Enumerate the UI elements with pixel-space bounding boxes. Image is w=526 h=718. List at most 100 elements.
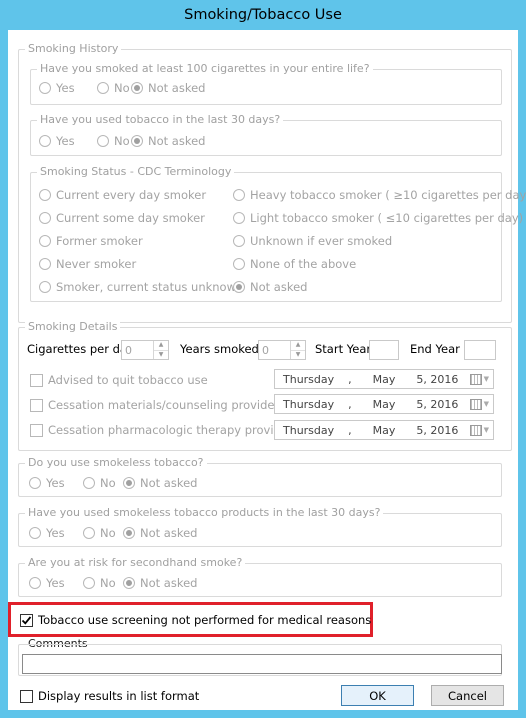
radio-circle xyxy=(29,477,41,489)
display-list-format-label: Display results in list format xyxy=(38,689,200,703)
status-unknown-ever-radio[interactable]: Unknown if ever smoked xyxy=(233,233,392,249)
q2-yes-radio[interactable]: Yes xyxy=(39,133,75,149)
start-year-label: Start Year xyxy=(315,342,372,356)
status-light-smoker-radio[interactable]: Light tobacco smoker ( ≤10 cigarettes pe… xyxy=(233,210,523,226)
smokeless-no-radio[interactable]: No xyxy=(83,475,116,491)
smoking-history-legend: Smoking History xyxy=(25,42,122,56)
radio-circle xyxy=(97,135,109,147)
q1-question: Have you smoked at least 100 cigarettes … xyxy=(37,62,373,76)
secondhand-question: Are you at risk for secondhand smoke? xyxy=(25,556,246,570)
end-year-label: End Year xyxy=(410,342,460,356)
radio-circle xyxy=(83,477,95,489)
advised-quit-checkbox[interactable]: Advised to quit tobacco use xyxy=(30,372,208,388)
status-smoker-unknown-radio[interactable]: Smoker, current status unknown xyxy=(39,279,243,295)
stepper-arrows[interactable]: ▲ ▼ xyxy=(153,341,168,359)
checkbox-box xyxy=(30,398,43,412)
radio-circle xyxy=(39,281,51,293)
radio-circle xyxy=(233,212,245,224)
checkbox-box xyxy=(20,689,33,703)
chevron-down-icon[interactable]: ▼ xyxy=(484,375,489,383)
radio-circle xyxy=(39,235,51,247)
check-mark-icon xyxy=(21,615,32,625)
cessation-pharmacologic-date-picker[interactable]: Thursday , May 5, 2016 ▼ xyxy=(274,420,494,440)
q2-not-asked-radio[interactable]: Not asked xyxy=(131,133,205,149)
status-heavy-smoker-radio[interactable]: Heavy tobacco smoker ( ≥10 cigarettes pe… xyxy=(233,187,526,203)
smokeless-not-asked-radio[interactable]: Not asked xyxy=(123,475,197,491)
radio-circle xyxy=(39,189,51,201)
calendar-icon[interactable] xyxy=(469,373,482,385)
years-value: 0 xyxy=(262,343,269,357)
screening-not-performed-checkbox[interactable]: Tobacco use screening not performed for … xyxy=(20,612,371,628)
checkbox-box xyxy=(30,423,43,437)
smoking-history-group: Smoking History Have you smoked at least… xyxy=(18,42,526,323)
radio-circle-selected xyxy=(131,135,143,147)
up-arrow-icon[interactable]: ▲ xyxy=(291,341,305,351)
comments-input[interactable] xyxy=(22,654,502,674)
status-current-every-day-radio[interactable]: Current every day smoker xyxy=(39,187,206,203)
cessation-materials-checkbox[interactable]: Cessation materials/counseling provided xyxy=(30,397,282,413)
smoking-details-group: Smoking Details Cigarettes per day 0 ▲ ▼ … xyxy=(18,320,512,451)
smokeless-question: Do you use smokeless tobacco? xyxy=(25,456,207,470)
status-none-radio[interactable]: None of the above xyxy=(233,256,356,272)
cigarettes-per-day-label: Cigarettes per day xyxy=(27,342,134,356)
smokeless-30-yes-radio[interactable]: Yes xyxy=(29,525,65,541)
secondhand-yes-radio[interactable]: Yes xyxy=(29,575,65,591)
display-list-format-checkbox[interactable]: Display results in list format xyxy=(20,688,199,704)
radio-circle xyxy=(29,577,41,589)
q2-no-radio[interactable]: No xyxy=(97,133,130,149)
status-current-some-day-radio[interactable]: Current some day smoker xyxy=(39,210,205,226)
stepper-arrows[interactable]: ▲ ▼ xyxy=(290,341,305,359)
start-year-input[interactable] xyxy=(369,340,399,360)
radio-circle xyxy=(233,235,245,247)
secondhand-no-radio[interactable]: No xyxy=(83,575,116,591)
secondhand-group: Are you at risk for secondhand smoke? Ye… xyxy=(18,556,502,597)
down-arrow-icon[interactable]: ▼ xyxy=(291,351,305,360)
radio-circle xyxy=(39,258,51,270)
radio-circle xyxy=(97,82,109,94)
window-title: Smoking/Tobacco Use xyxy=(184,7,342,23)
radio-circle xyxy=(233,258,245,270)
ok-button[interactable]: OK xyxy=(341,685,414,706)
radio-circle xyxy=(83,527,95,539)
radio-circle-selected xyxy=(123,477,135,489)
advised-quit-date-picker[interactable]: Thursday , May 5, 2016 ▼ xyxy=(274,369,494,389)
cigarettes-value: 0 xyxy=(125,343,132,357)
q1-group: Have you smoked at least 100 cigarettes … xyxy=(30,62,502,105)
smokeless-30-no-radio[interactable]: No xyxy=(83,525,116,541)
cessation-pharmacologic-checkbox[interactable]: Cessation pharmacologic therapy provided xyxy=(30,422,295,438)
status-former-smoker-radio[interactable]: Former smoker xyxy=(39,233,143,249)
smoking-details-legend: Smoking Details xyxy=(25,320,121,334)
dialog-window: Smoking/Tobacco Use Smoking History Have… xyxy=(0,0,526,718)
cancel-button[interactable]: Cancel xyxy=(431,685,504,706)
smoking-status-group: Smoking Status - CDC Terminology Current… xyxy=(30,165,526,302)
q1-yes-radio[interactable]: Yes xyxy=(39,80,75,96)
secondhand-not-asked-radio[interactable]: Not asked xyxy=(123,575,197,591)
status-never-smoker-radio[interactable]: Never smoker xyxy=(39,256,136,272)
smokeless-30-not-asked-radio[interactable]: Not asked xyxy=(123,525,197,541)
q1-not-asked-radio[interactable]: Not asked xyxy=(131,80,205,96)
chevron-down-icon[interactable]: ▼ xyxy=(484,426,489,434)
dialog-client: Smoking History Have you smoked at least… xyxy=(8,30,526,710)
radio-circle xyxy=(39,82,51,94)
q2-group: Have you used tobacco in the last 30 day… xyxy=(30,113,502,156)
status-not-asked-radio[interactable]: Not asked xyxy=(233,279,307,295)
radio-circle xyxy=(83,577,95,589)
end-year-input[interactable] xyxy=(464,340,496,360)
radio-circle xyxy=(39,135,51,147)
calendar-icon[interactable] xyxy=(469,424,482,436)
years-smoked-label: Years smoked xyxy=(180,342,259,356)
cessation-materials-date-picker[interactable]: Thursday , May 5, 2016 ▼ xyxy=(274,394,494,414)
years-smoked-stepper[interactable]: 0 ▲ ▼ xyxy=(258,340,306,360)
up-arrow-icon[interactable]: ▲ xyxy=(154,341,168,351)
screening-label: Tobacco use screening not performed for … xyxy=(38,613,372,627)
q1-no-radio[interactable]: No xyxy=(97,80,130,96)
down-arrow-icon[interactable]: ▼ xyxy=(154,351,168,360)
smokeless-30-question: Have you used smokeless tobacco products… xyxy=(25,506,384,520)
calendar-icon[interactable] xyxy=(469,398,482,410)
cigarettes-per-day-stepper[interactable]: 0 ▲ ▼ xyxy=(121,340,169,360)
q2-question: Have you used tobacco in the last 30 day… xyxy=(37,113,284,127)
chevron-down-icon[interactable]: ▼ xyxy=(484,400,489,408)
smoking-status-legend: Smoking Status - CDC Terminology xyxy=(37,165,235,179)
smokeless-yes-radio[interactable]: Yes xyxy=(29,475,65,491)
checkbox-box xyxy=(30,373,43,387)
